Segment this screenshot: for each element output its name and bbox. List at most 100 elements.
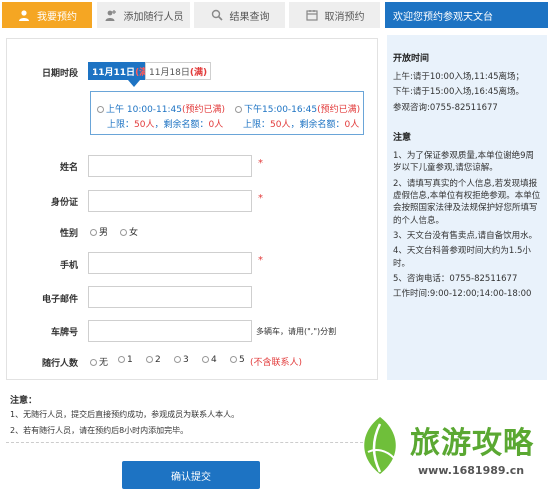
plate-hint: 多辆车，请用(",")分割 — [256, 327, 337, 336]
notes-title: 注意： — [10, 396, 38, 406]
notice-line: 4、天文台科普参观时间大约为1.5小时。 — [393, 246, 531, 269]
leaf-logo-icon — [364, 417, 396, 474]
tab-label: 取消预约 — [324, 11, 365, 23]
notice-line: 3、天文台没有售卖点,请自备饮用水。 — [393, 230, 538, 241]
radio-icon[interactable] — [118, 356, 125, 363]
radio-icon[interactable] — [235, 106, 242, 113]
required-mark: * — [258, 193, 263, 204]
tab-label: 结果查询 — [229, 11, 270, 23]
required-mark: * — [258, 255, 263, 266]
notes-item: 1、无随行人员，提交后直接预约成功，参观成员为联系人本人。 — [10, 410, 240, 419]
user-icon — [17, 8, 31, 22]
radio-icon[interactable] — [230, 356, 237, 363]
info-header: 欢迎您预约参观天文台 — [385, 2, 548, 28]
notice-line: 工作时间:9:00-12:00;14:00-18:00 — [393, 289, 532, 300]
calendar-icon — [305, 8, 319, 22]
gender-option: 男 — [99, 228, 109, 238]
info-header-text: 欢迎您预约参观天文台 — [393, 11, 493, 23]
companions-option-5[interactable]: 5 — [230, 355, 245, 365]
date-pointer — [128, 80, 140, 87]
companions-option: 5 — [239, 355, 245, 365]
companions-option-4[interactable]: 4 — [202, 355, 217, 365]
phone-input[interactable] — [88, 252, 252, 274]
phone-label: 手机 — [59, 261, 78, 271]
slot-time: 上午 10:00-11:45 — [106, 105, 182, 115]
limit-value: 50人 — [134, 120, 155, 130]
submit-button[interactable]: 确认提交 — [122, 461, 260, 489]
radio-icon[interactable] — [120, 229, 127, 236]
id-label: 身份证 — [50, 198, 78, 208]
radio-icon[interactable] — [174, 356, 181, 363]
limit-label: 上限： — [243, 120, 271, 130]
slot-pm-limit: 上限：50人，剩余名额：0人 — [243, 117, 359, 130]
watermark-text: 旅游攻略 — [410, 426, 534, 461]
remain-label: ，剩余名额： — [290, 120, 345, 130]
plate-label: 车牌号 — [50, 328, 78, 338]
companions-option: 3 — [183, 355, 189, 365]
name-label: 姓名 — [59, 163, 78, 173]
tab-label: 我要预约 — [37, 11, 77, 23]
watermark-url: www.1681989.cn — [418, 464, 525, 477]
notice-title: 注意 — [393, 132, 412, 143]
date-text: 11月18日 — [149, 67, 190, 78]
info-panel: 开放时间 上午:请于10:00入场,11:45离场； 下午:请于15:00入场,… — [387, 35, 547, 380]
remain-label: ，剩余名额： — [154, 120, 209, 130]
radio-icon[interactable] — [97, 106, 104, 113]
tab-cancel[interactable]: 取消预约 — [289, 2, 380, 28]
companions-option: 2 — [155, 355, 161, 365]
gender-option: 女 — [129, 228, 139, 238]
notice-line: 2、请填写真实的个人信息,若发现填报虚假信息,本单位有权拒绝参观。本单位会按照国… — [393, 178, 541, 226]
slot-status: (预约已满) — [181, 105, 226, 115]
gender-label: 性别 — [59, 229, 78, 239]
email-input[interactable] — [88, 286, 252, 308]
remain-value: 0人 — [208, 120, 224, 130]
email-label: 电子邮件 — [41, 295, 78, 305]
companions-option-3[interactable]: 3 — [174, 355, 189, 365]
slot-pm[interactable]: 下午15:00-16:45(预约已满) — [235, 102, 360, 115]
companions-label: 随行人数 — [41, 359, 78, 369]
limit-value: 50人 — [270, 120, 291, 130]
tab-add-companion[interactable]: 添加随行人员 — [97, 2, 190, 28]
hours-line: 参观咨询:0755-82511677 — [393, 102, 498, 113]
limit-label: 上限： — [107, 120, 135, 130]
id-input[interactable] — [88, 190, 252, 212]
slot-am[interactable]: 上午 10:00-11:45(预约已满) — [97, 102, 225, 115]
radio-icon[interactable] — [90, 229, 97, 236]
slot-status: (预约已满) — [317, 105, 361, 115]
tab-query[interactable]: 结果查询 — [194, 2, 285, 28]
plate-input[interactable] — [88, 320, 252, 342]
gender-female[interactable]: 女 — [120, 225, 138, 238]
hours-line: 下午:请于15:00入场,16:45离场。 — [393, 87, 525, 98]
time-slot-box: 上午 10:00-11:45(预约已满) 上限：50人，剩余名额：0人 下午15… — [90, 91, 364, 135]
notice-line: 1、为了保证参观质量,本单位谢绝9周岁以下儿童参观,请您谅解。 — [393, 151, 535, 174]
hours-title: 开放时间 — [393, 54, 430, 64]
companions-option: 1 — [127, 355, 133, 365]
search-icon — [210, 8, 224, 22]
date-text: 11月11日 — [92, 67, 136, 78]
notice-line: 5、咨询电话：0755-82511677 — [393, 273, 518, 284]
slot-am-limit: 上限：50人，剩余名额：0人 — [107, 117, 223, 130]
date-label: 日期时段 — [41, 69, 78, 79]
notes-item: 2、若有随行人员，请在预约后8小时内添加完毕。 — [10, 426, 189, 435]
radio-icon[interactable] — [90, 359, 97, 366]
user-add-icon — [104, 8, 118, 22]
companions-note: (不含联系人) — [250, 358, 303, 368]
companions-option-1[interactable]: 1 — [118, 355, 133, 365]
divider — [6, 442, 378, 443]
name-input[interactable] — [88, 155, 252, 177]
tab-label: 添加随行人员 — [123, 11, 184, 23]
radio-icon[interactable] — [146, 356, 153, 363]
gender-male[interactable]: 男 — [90, 225, 108, 238]
watermark: 旅游攻略 www.1681989.cn — [350, 410, 545, 495]
date-status: (满) — [189, 67, 208, 78]
tab-book[interactable]: 我要预约 — [2, 2, 92, 28]
radio-icon[interactable] — [202, 356, 209, 363]
companions-option-2[interactable]: 2 — [146, 355, 161, 365]
hours-line: 上午:请于10:00入场,11:45离场； — [393, 72, 525, 83]
required-mark: * — [258, 158, 263, 169]
companions-option: 4 — [211, 355, 217, 365]
slot-time: 下午15:00-16:45 — [244, 105, 318, 115]
companions-option-none[interactable]: 无 — [90, 355, 108, 368]
companions-option: 无 — [99, 358, 109, 368]
date-tab-2[interactable]: 11月18日 (满) — [145, 62, 212, 80]
